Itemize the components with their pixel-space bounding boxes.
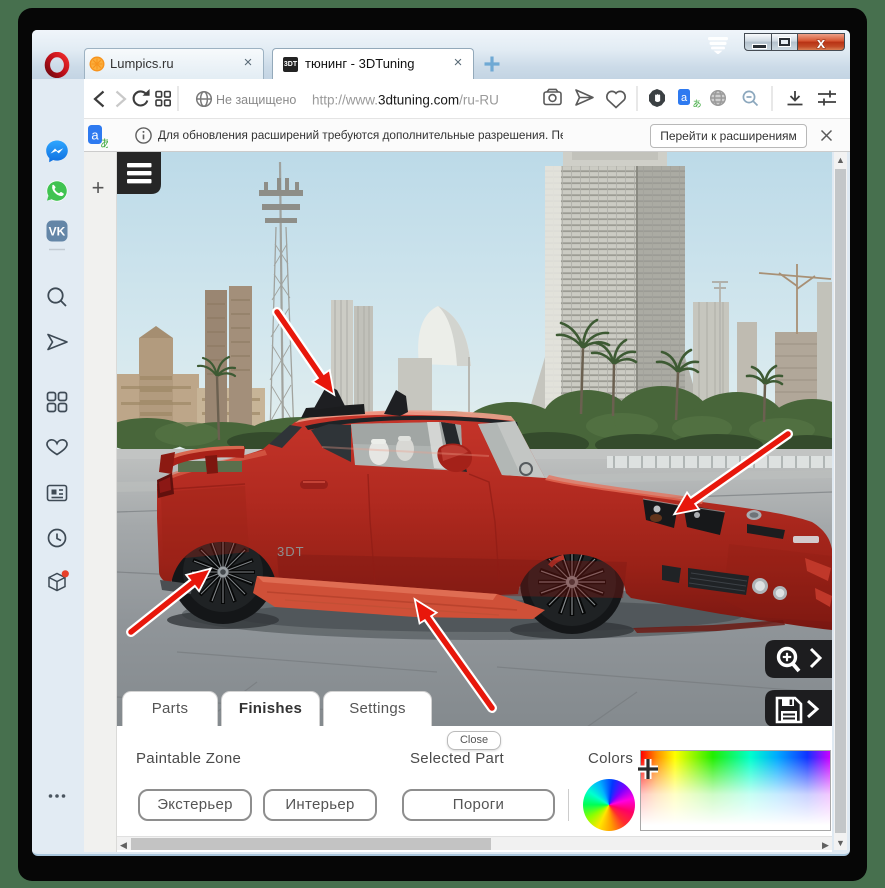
svg-text:あ: あ: [100, 137, 108, 148]
svg-text:Не защищено: Не защищено: [216, 93, 296, 107]
svg-text:x: x: [817, 36, 826, 50]
svg-text:VK: VK: [49, 225, 66, 239]
svg-text:http://www.3dtuning.com/ru-RU: http://www.3dtuning.com/ru-RU: [312, 93, 499, 108]
svg-text:3DT: 3DT: [277, 544, 305, 559]
svg-text:a: a: [681, 92, 688, 104]
svg-text:a: a: [91, 128, 99, 143]
svg-text:あ: あ: [693, 99, 702, 109]
